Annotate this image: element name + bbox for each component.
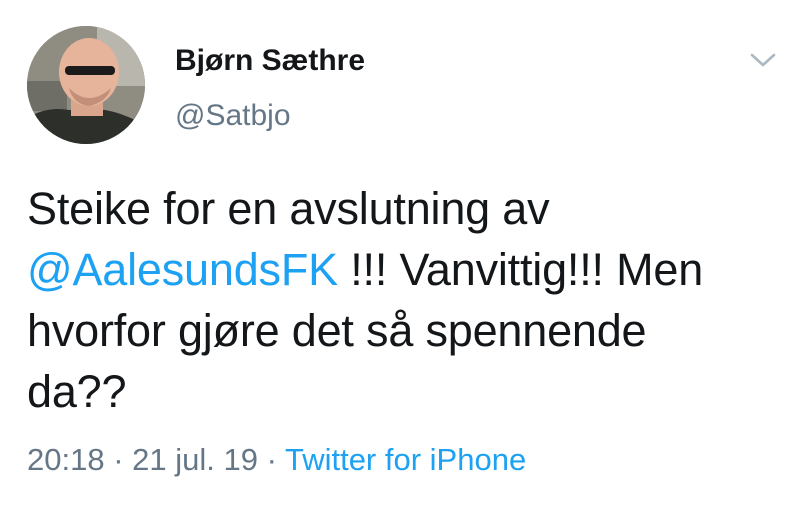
source-link[interactable]: Twitter for iPhone	[285, 442, 526, 477]
avatar-photo-icon	[27, 26, 145, 144]
display-name[interactable]: Bjørn Sæthre	[175, 43, 365, 79]
tweet-time[interactable]: 20:18	[27, 442, 105, 477]
tweet-line: hvorfor gjøre det så spennende	[27, 305, 647, 356]
tweet-line-text: !!! Vanvittig!!! Men	[337, 244, 704, 295]
tweet-meta: 20:18 · 21 jul. 19 · Twitter for iPhone	[27, 441, 526, 479]
tweet-text: Steike for en avslutning av @AalesundsFK…	[27, 178, 787, 422]
tweet-card: Bjørn Sæthre @Satbjo Steike for en avslu…	[0, 0, 800, 505]
avatar[interactable]	[27, 26, 145, 144]
separator: ·	[104, 442, 133, 477]
mention-link[interactable]: @AalesundsFK	[27, 244, 338, 295]
chevron-down-icon[interactable]	[748, 50, 778, 70]
tweet-line: @AalesundsFK !!! Vanvittig!!! Men	[27, 239, 787, 300]
separator: ·	[257, 442, 285, 477]
tweet-date[interactable]: 21 jul. 19	[132, 442, 258, 477]
user-handle[interactable]: @Satbjo	[175, 98, 291, 134]
tweet-line: Steike for en avslutning av	[27, 183, 550, 234]
tweet-line: da??	[27, 366, 127, 417]
